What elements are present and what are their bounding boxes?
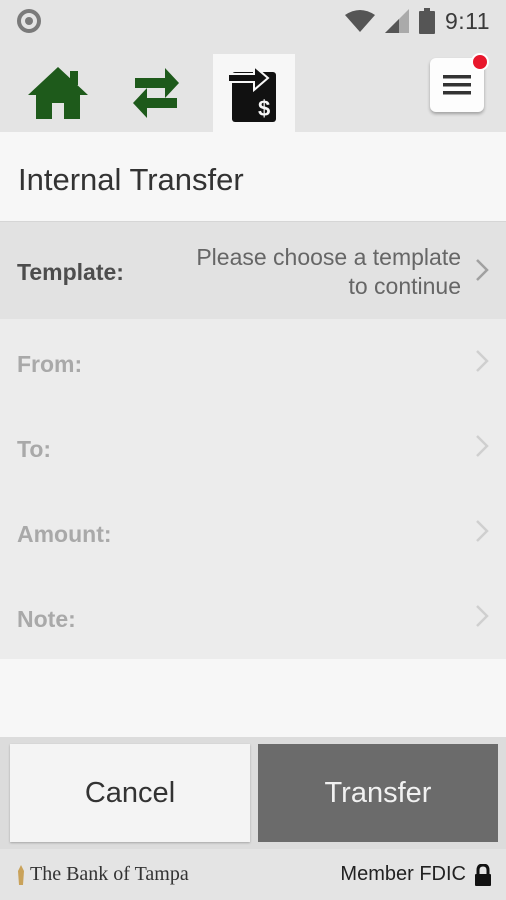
chevron-right-icon: [476, 605, 489, 627]
notification-badge: [471, 53, 489, 71]
amount-label: Amount:: [17, 521, 112, 547]
battery-icon: [418, 8, 435, 34]
template-value: Please choose a template to continue: [196, 243, 461, 301]
template-row[interactable]: Template: Please choose a template to co…: [0, 222, 506, 319]
swap-arrows-icon: [133, 68, 179, 118]
lighthouse-icon: [18, 864, 24, 885]
hamburger-menu-icon: [443, 75, 471, 95]
bank-name: The Bank of Tampa: [30, 863, 189, 885]
signal-icon: [384, 9, 409, 33]
from-row[interactable]: From:: [0, 319, 506, 404]
menu-button[interactable]: [430, 53, 489, 112]
to-label: To:: [17, 436, 52, 462]
chevron-right-icon: [476, 350, 489, 372]
top-navigation: $: [0, 44, 506, 132]
chevron-right-icon: [476, 259, 489, 281]
nav-bill-pay-button[interactable]: $: [213, 54, 295, 132]
home-icon: [28, 67, 88, 119]
template-value-line-2: to continue: [348, 273, 461, 299]
title-bar: Internal Transfer: [0, 132, 506, 222]
nav-home-button[interactable]: [17, 54, 99, 132]
chevron-right-icon: [476, 435, 489, 457]
notification-dot-icon: [17, 9, 41, 33]
template-value-line-1: Please choose a template: [196, 244, 461, 270]
status-time: 9:11: [444, 7, 490, 34]
template-label: Template:: [17, 259, 124, 285]
to-row[interactable]: To:: [0, 404, 506, 489]
cancel-button[interactable]: Cancel: [10, 744, 250, 842]
status-icons: 9:11: [344, 6, 490, 36]
chevron-right-icon: [476, 520, 489, 542]
nav-transfers-button[interactable]: [115, 54, 197, 132]
bank-logo: The Bank of Tampa: [16, 863, 189, 886]
transfer-button[interactable]: Transfer: [258, 744, 498, 842]
note-row[interactable]: Note:: [0, 574, 506, 659]
action-bar: Cancel Transfer: [0, 737, 506, 849]
content-spacer: [0, 659, 506, 737]
fdic-label: Member FDIC: [340, 863, 466, 885]
amount-row[interactable]: Amount:: [0, 489, 506, 574]
lock-icon: [475, 863, 491, 886]
from-label: From:: [17, 351, 83, 377]
footer: The Bank of Tampa Member FDIC: [0, 849, 506, 900]
page-title: Internal Transfer: [18, 162, 244, 197]
note-label: Note:: [17, 606, 76, 632]
wifi-icon: [344, 10, 375, 32]
svg-text:$: $: [258, 96, 270, 121]
bill-pay-icon: $: [228, 64, 276, 122]
status-bar: 9:11: [0, 0, 506, 44]
member-fdic: Member FDIC: [340, 863, 492, 886]
